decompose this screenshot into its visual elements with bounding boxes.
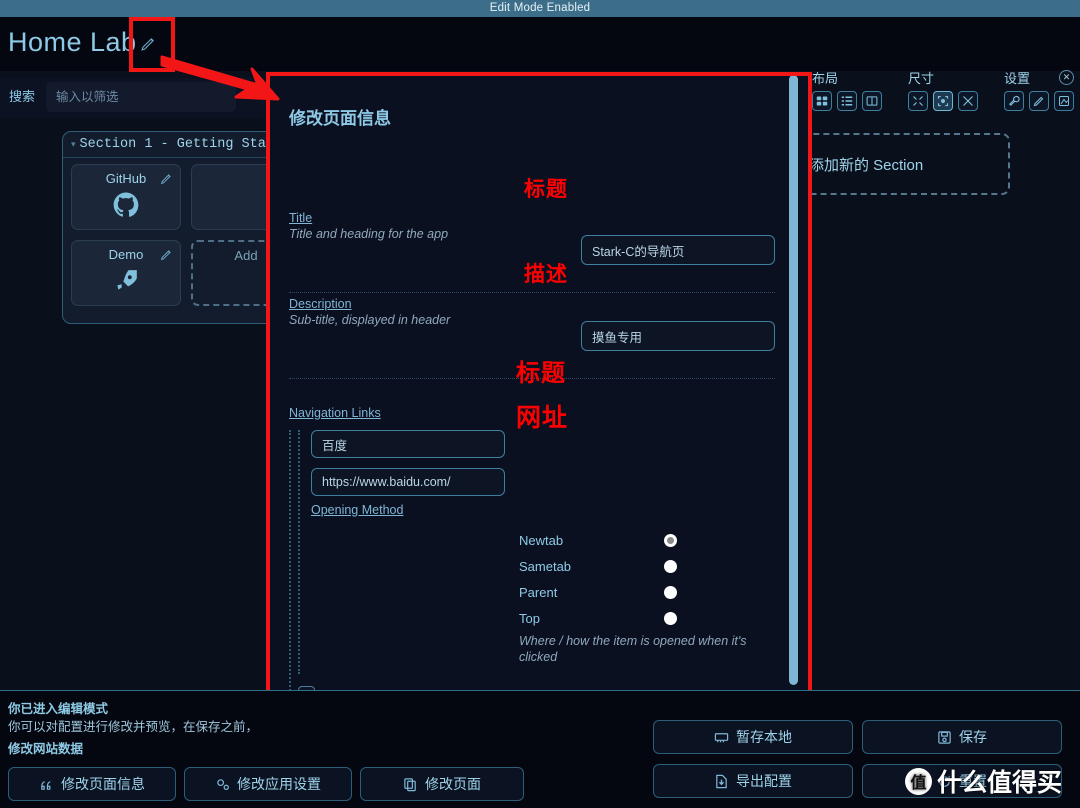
edit-pages-button[interactable]: 修改页面 (360, 767, 524, 801)
page-title: Home Lab (8, 27, 137, 57)
pencil-icon[interactable] (1029, 91, 1049, 111)
toolbar-group-label: 布局 (812, 71, 839, 86)
copy-icon (403, 777, 418, 792)
radio-newtab[interactable]: Newtab (311, 527, 775, 553)
opening-method-radios: Newtab Sametab Parent Top (311, 527, 775, 631)
navigation-links-group: Navigation Links Opening Method Newtab S… (289, 406, 775, 727)
button-label: 修改应用设置 (237, 776, 321, 792)
description-input[interactable] (581, 321, 775, 351)
field-label: Description (289, 297, 352, 311)
tile-demo[interactable]: Demo (71, 240, 181, 306)
size-small-icon[interactable] (908, 91, 928, 111)
annotation-arrow (160, 55, 280, 101)
rocket-icon (72, 268, 180, 299)
radio-button[interactable] (664, 611, 677, 625)
panel-heading-site-data: 修改网站数据 (8, 742, 84, 756)
watermark-text: 什么值得买 (937, 769, 1063, 797)
radio-label: Sametab (519, 558, 572, 574)
size-large-icon[interactable] (958, 91, 978, 111)
field-description: Title and heading for the app (289, 227, 449, 241)
column-layout-icon[interactable] (862, 91, 882, 111)
watermark: 值 什么值得买 (905, 763, 1062, 799)
link-title-input[interactable] (311, 430, 505, 458)
quote-icon (39, 777, 54, 792)
annotation-link-title: 标题 (516, 360, 566, 387)
button-label: 暂存本地 (736, 729, 792, 745)
list-layout-icon[interactable] (837, 91, 857, 111)
field-description: Sub-title, displayed in header (289, 313, 451, 327)
pencil-icon[interactable] (140, 35, 157, 52)
annotation-link-url: 网址 (516, 404, 569, 432)
panel-heading: 你已进入编辑模式 (8, 702, 109, 716)
chevron-down-icon[interactable]: ▾ (71, 140, 76, 150)
floppy-disk-icon (937, 730, 952, 745)
radio-label: Top (519, 610, 540, 626)
button-label: 导出配置 (736, 773, 792, 789)
radio-button[interactable] (664, 585, 677, 599)
grid-layout-icon[interactable] (812, 91, 832, 111)
export-icon (714, 774, 729, 789)
pencil-icon[interactable] (160, 248, 173, 261)
toolbar-group-layout: 布局 (812, 68, 882, 111)
edit-app-settings-button[interactable]: 修改应用设置 (184, 767, 352, 801)
export-config-button[interactable]: 导出配置 (653, 764, 853, 798)
wrench-icon[interactable] (1004, 91, 1024, 111)
dialog-scrollbar[interactable] (789, 73, 804, 727)
edit-toolbar: 布局 尺寸 设置 ✕ (812, 68, 1080, 120)
save-button[interactable]: 保存 (862, 720, 1062, 754)
link-url-input[interactable] (311, 468, 505, 496)
title-input[interactable] (581, 235, 775, 265)
field-label: Title (289, 211, 313, 225)
radio-sametab[interactable]: Sametab (311, 553, 775, 579)
radio-label: Parent (519, 584, 558, 600)
save-local-icon (714, 730, 729, 745)
button-label: 保存 (959, 729, 987, 745)
annotation-description: 描述 (524, 263, 568, 286)
opening-method-label: Opening Method (311, 503, 404, 517)
github-icon (72, 192, 180, 223)
radio-label: Newtab (519, 532, 564, 548)
close-icon[interactable]: ✕ (1059, 70, 1074, 85)
search-label: 搜索 (9, 89, 36, 104)
button-label: 修改页面信息 (61, 776, 145, 792)
annotation-title: 标题 (524, 178, 568, 201)
tile-github[interactable]: GitHub (71, 164, 181, 230)
watermark-logo-icon: 值 (905, 767, 932, 795)
toolbar-group-size: 尺寸 (908, 68, 978, 111)
stage-local-button[interactable]: 暂存本地 (653, 720, 853, 754)
dialog-title: 修改页面信息 (289, 109, 391, 128)
edit-page-info-button[interactable]: 修改页面信息 (8, 767, 176, 801)
opening-method-hint: Where / how the item is opened when it's… (519, 634, 747, 665)
theme-palette-icon[interactable] (1054, 91, 1074, 111)
radio-parent[interactable]: Parent (311, 579, 775, 605)
radio-button[interactable] (664, 559, 677, 573)
edit-mode-banner: Edit Mode Enabled (0, 0, 1080, 17)
toolbar-group-label: 尺寸 (908, 71, 935, 86)
gears-icon (215, 777, 230, 792)
panel-subtext: 你可以对配置进行修改并预览，在保存之前， (8, 720, 259, 734)
size-medium-icon[interactable] (933, 91, 953, 111)
pencil-icon[interactable] (160, 172, 173, 185)
radio-top[interactable]: Top (311, 605, 775, 631)
radio-button-selected[interactable] (664, 533, 677, 547)
scrollbar-thumb[interactable] (789, 75, 798, 685)
section-title: Section 1 - Getting Star (79, 137, 274, 152)
button-label: 修改页面 (425, 776, 481, 792)
